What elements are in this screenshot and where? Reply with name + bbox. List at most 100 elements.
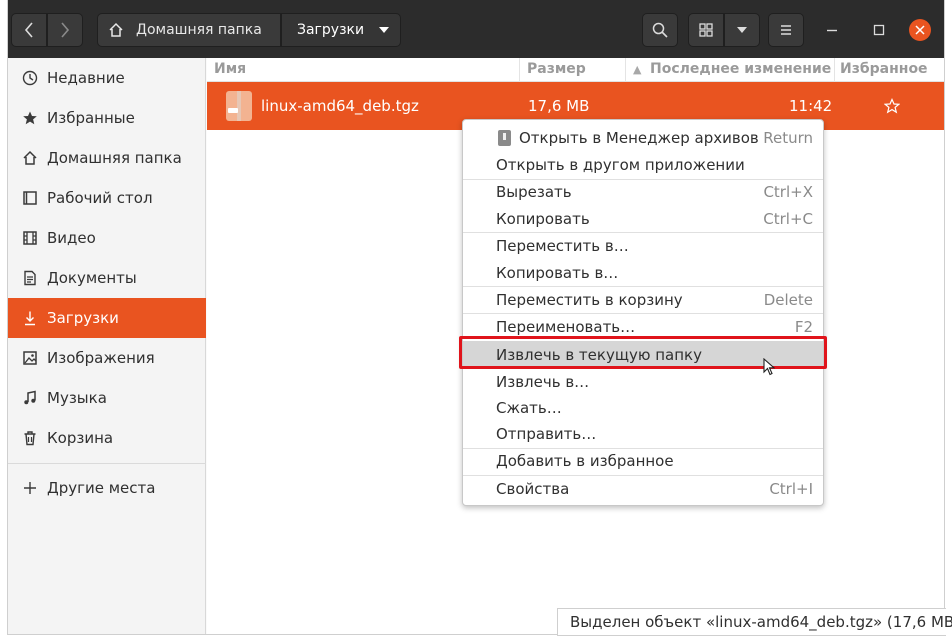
sidebar-item-music[interactable]: Музыка bbox=[8, 378, 206, 418]
menu-item-accel: Return bbox=[763, 129, 813, 147]
menu-item-label: Переместить в корзину bbox=[496, 291, 683, 309]
menu-item-add-to-starred[interactable]: Добавить в избранное bbox=[463, 447, 823, 474]
view-options-button[interactable] bbox=[724, 13, 760, 47]
menu-item-label: Переместить в… bbox=[496, 237, 629, 255]
column-divider[interactable] bbox=[625, 58, 626, 82]
column-size[interactable]: Размер bbox=[527, 61, 586, 77]
menu-item-copy[interactable]: Копировать Ctrl+C bbox=[463, 205, 823, 232]
star-icon bbox=[21, 109, 39, 127]
archive-file-icon bbox=[226, 91, 252, 121]
plus-icon bbox=[21, 479, 39, 497]
mouse-cursor-icon bbox=[763, 358, 775, 376]
menu-item-open-with[interactable]: Открыть в другом приложении bbox=[463, 151, 823, 178]
breadcrumb-current[interactable]: Загрузки bbox=[281, 13, 401, 47]
menu-item-accel: Ctrl+I bbox=[769, 480, 813, 498]
sidebar-item-recent[interactable]: Недавние bbox=[8, 58, 206, 98]
menu-item-label: Извлечь в… bbox=[496, 373, 590, 391]
document-icon bbox=[21, 269, 39, 287]
chevron-down-icon bbox=[737, 27, 747, 33]
breadcrumb-home[interactable]: Домашняя папка bbox=[97, 13, 281, 47]
film-icon bbox=[21, 229, 39, 247]
menu-item-label: Копировать в… bbox=[496, 264, 619, 282]
file-name: linux-amd64_deb.tgz bbox=[261, 97, 419, 115]
sidebar-item-pictures[interactable]: Изображения bbox=[8, 338, 206, 378]
menu-item-open-archive-manager[interactable]: Открыть в Менеджер архивов Return bbox=[463, 124, 823, 151]
home-icon bbox=[109, 22, 123, 37]
sidebar: Недавние Избранные Домашняя папка Рабочи… bbox=[8, 58, 206, 634]
column-divider[interactable] bbox=[519, 58, 520, 82]
breadcrumb-current-label: Загрузки bbox=[297, 22, 365, 38]
sidebar-item-label: Изображения bbox=[47, 349, 155, 367]
menu-item-properties[interactable]: Свойства Ctrl+I bbox=[463, 475, 823, 502]
trash-icon bbox=[21, 429, 39, 447]
sidebar-item-videos[interactable]: Видео bbox=[8, 218, 206, 258]
menu-item-send-to[interactable]: Отправить… bbox=[463, 420, 823, 447]
sidebar-item-home[interactable]: Домашняя папка bbox=[8, 138, 206, 178]
column-modified[interactable]: Последнее изменение bbox=[650, 61, 831, 77]
download-icon bbox=[21, 309, 39, 327]
menu-item-accel: F2 bbox=[794, 318, 813, 336]
search-button[interactable] bbox=[642, 13, 678, 47]
back-button[interactable] bbox=[11, 13, 47, 47]
menu-item-label: Переименовать… bbox=[496, 318, 636, 336]
sidebar-item-other-locations[interactable]: Другие места bbox=[8, 468, 206, 508]
file-size: 17,6 MB bbox=[528, 97, 590, 115]
menu-item-accel: Ctrl+X bbox=[763, 183, 813, 201]
sidebar-item-starred[interactable]: Избранные bbox=[8, 98, 206, 138]
menu-item-move-to-trash[interactable]: Переместить в корзину Delete bbox=[463, 286, 823, 313]
column-starred[interactable]: Избранное bbox=[840, 61, 928, 77]
sidebar-item-label: Другие места bbox=[47, 479, 156, 497]
minimize-icon bbox=[827, 29, 837, 32]
maximize-icon bbox=[873, 24, 885, 36]
music-icon bbox=[21, 389, 39, 407]
close-button[interactable] bbox=[909, 19, 931, 41]
clock-icon bbox=[21, 69, 39, 87]
sidebar-item-label: Документы bbox=[47, 269, 137, 287]
sidebar-item-label: Домашняя папка bbox=[47, 149, 182, 167]
forward-button[interactable] bbox=[47, 13, 83, 47]
sidebar-item-documents[interactable]: Документы bbox=[8, 258, 206, 298]
home-icon bbox=[21, 149, 39, 167]
column-divider[interactable] bbox=[834, 58, 835, 82]
sidebar-item-label: Избранные bbox=[47, 109, 135, 127]
menu-item-label: Отправить… bbox=[496, 425, 597, 443]
menu-item-label: Открыть в другом приложении bbox=[496, 156, 745, 174]
column-name[interactable]: Имя bbox=[214, 61, 246, 77]
sidebar-item-downloads[interactable]: Загрузки bbox=[8, 298, 206, 338]
desktop-icon bbox=[21, 189, 39, 207]
header-bar: Домашняя папка Загрузки bbox=[8, 0, 944, 58]
maximize-button[interactable] bbox=[868, 19, 890, 41]
menu-item-compress[interactable]: Сжать… bbox=[463, 394, 823, 421]
status-bar: Выделен объект «linux-amd64_deb.tgz» (17… bbox=[557, 608, 952, 636]
sidebar-divider bbox=[8, 463, 206, 464]
image-icon bbox=[21, 349, 39, 367]
sidebar-item-label: Музыка bbox=[47, 389, 107, 407]
view-toggle-button[interactable] bbox=[688, 13, 724, 47]
menu-item-cut[interactable]: Вырезать Ctrl+X bbox=[463, 178, 823, 205]
sidebar-item-label: Корзина bbox=[47, 429, 114, 447]
close-icon bbox=[915, 25, 925, 35]
main-menu-button[interactable] bbox=[768, 13, 804, 47]
menu-item-label: Добавить в избранное bbox=[496, 452, 674, 470]
menu-item-label: Копировать bbox=[496, 210, 590, 228]
sidebar-item-trash[interactable]: Корзина bbox=[8, 418, 206, 458]
menu-item-label: Сжать… bbox=[496, 399, 562, 417]
menu-item-accel: Ctrl+C bbox=[763, 210, 813, 228]
chevron-left-icon bbox=[24, 22, 33, 38]
context-menu: Открыть в Менеджер архивов Return Открыт… bbox=[462, 119, 824, 506]
chevron-right-icon bbox=[61, 22, 70, 38]
sidebar-item-label: Видео bbox=[47, 229, 96, 247]
menu-item-copy-to[interactable]: Копировать в… bbox=[463, 259, 823, 286]
archive-manager-icon bbox=[498, 130, 511, 146]
column-header: Имя Размер ▲ Последнее изменение Избранн… bbox=[207, 58, 944, 82]
sidebar-item-label: Загрузки bbox=[47, 309, 119, 327]
menu-item-label: Свойства bbox=[496, 480, 570, 498]
grid-icon bbox=[699, 23, 713, 37]
sidebar-item-desktop[interactable]: Рабочий стол bbox=[8, 178, 206, 218]
minimize-button[interactable] bbox=[821, 19, 843, 41]
menu-item-move-to[interactable]: Переместить в… bbox=[463, 232, 823, 259]
file-modified: 11:42 bbox=[789, 97, 833, 115]
sidebar-item-label: Недавние bbox=[47, 69, 125, 87]
menu-item-accel: Delete bbox=[763, 291, 813, 309]
star-outline-icon[interactable] bbox=[884, 98, 900, 114]
